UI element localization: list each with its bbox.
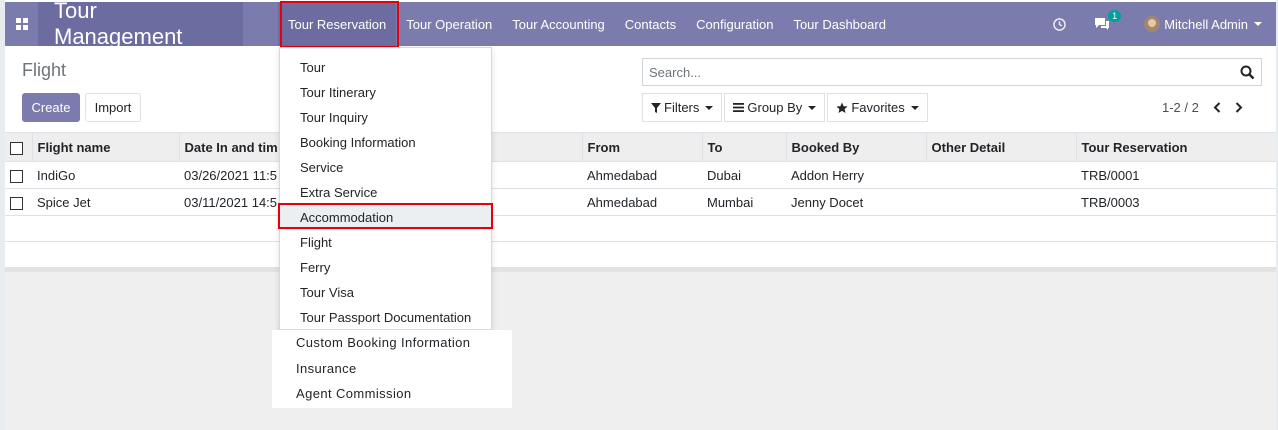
search-options: Filters Group By Favorites [642, 93, 930, 122]
chat-badge: 1 [1108, 10, 1122, 22]
menu-tour-operation[interactable]: Tour Operation [396, 2, 502, 46]
app-title: Tour Management [54, 0, 183, 49]
column-header[interactable]: From [581, 132, 702, 162]
dropdown-item-tour[interactable]: Tour [280, 55, 491, 80]
table-cell: Spice Jet [37, 194, 91, 210]
avatar [1144, 16, 1161, 32]
menu-tour-accounting[interactable]: Tour Accounting [502, 2, 615, 46]
list-view: Flight name Date In and tim From To Book… [5, 132, 1276, 268]
navbar-systray: 1 Mitchell Admin [1039, 2, 1276, 46]
dropdown-item-tour-itinerary[interactable]: Tour Itinerary [280, 80, 491, 105]
top-navbar: Tour Management Tour Reservation Tour Op… [5, 0, 1276, 49]
table-cell: Mumbai [707, 194, 754, 210]
dropdown-item-extra-service[interactable]: Extra Service [280, 180, 491, 205]
chevron-left-icon[interactable] [1213, 102, 1221, 113]
table-cell: TRB/0001 [1081, 167, 1140, 183]
select-all-checkbox[interactable] [5, 133, 32, 162]
bars-icon [733, 103, 745, 112]
highlight-tour-reservation [280, 1, 399, 48]
apps-menu-icon[interactable] [5, 2, 38, 46]
column-header[interactable]: Booked By [785, 132, 926, 162]
import-button[interactable]: Import [85, 93, 141, 122]
chevron-down-icon [705, 105, 714, 110]
favorites-label: Favorites [851, 100, 905, 115]
user-name: Mitchell Admin [1164, 16, 1248, 32]
table-row[interactable]: IndiGo 03/26/2021 11:5 8 Ahmedabad Dubai… [5, 162, 1276, 189]
filter-icon [651, 102, 661, 113]
flight-table: Flight name Date In and tim From To Book… [5, 132, 1276, 268]
table-header-row: Flight name Date In and tim From To Book… [5, 132, 1276, 162]
dropdown-item-tour-passport-documentation[interactable]: Tour Passport Documentation [280, 305, 491, 330]
chevron-down-icon [808, 105, 817, 110]
user-menu[interactable]: Mitchell Admin [1144, 16, 1262, 32]
activity-clock-icon[interactable] [1053, 17, 1067, 31]
dropdown-item-ferry[interactable]: Ferry [280, 255, 491, 280]
pager: 1-2 / 2 [1162, 100, 1243, 115]
row-checkbox[interactable] [5, 162, 32, 189]
empty-row [5, 242, 1276, 268]
chevron-right-icon[interactable] [1235, 102, 1243, 113]
star-icon [836, 102, 848, 114]
menu-contacts[interactable]: Contacts [615, 2, 686, 46]
group-by-label: Group By [747, 100, 803, 115]
search-input[interactable] [649, 64, 1229, 80]
table-cell [926, 189, 1076, 216]
dropdown-item-flight[interactable]: Flight [280, 230, 491, 255]
app-title-container[interactable]: Tour Management [38, 0, 243, 49]
row-checkbox[interactable] [5, 189, 32, 216]
table-row[interactable]: Spice Jet 03/11/2021 14:5 8 Ahmedabad Mu… [5, 189, 1276, 216]
dropdown-extension: Custom Booking Information Insurance Age… [272, 330, 512, 408]
column-header[interactable]: To [701, 132, 786, 162]
empty-row [5, 216, 1276, 242]
pager-value[interactable]: 1-2 / 2 [1162, 100, 1199, 115]
table-cell: Addon Herry [791, 167, 864, 183]
table-cell: IndiGo [37, 167, 76, 183]
table-cell: Dubai [707, 167, 741, 183]
table-cell [926, 162, 1076, 189]
search-icon[interactable] [1240, 65, 1255, 83]
menu-tour-dashboard[interactable]: Tour Dashboard [783, 2, 896, 46]
chevron-down-icon [910, 105, 919, 110]
highlight-accommodation [278, 203, 493, 229]
table-cell: TRB/0003 [1081, 194, 1140, 210]
dropdown-item-insurance[interactable]: Insurance [272, 356, 512, 382]
search-bar [642, 58, 1262, 86]
breadcrumb: Flight [22, 60, 67, 80]
dropdown-item-custom-booking-information[interactable]: Custom Booking Information [272, 330, 512, 356]
dropdown-item-agent-commission[interactable]: Agent Commission [272, 381, 512, 407]
filters-label: Filters [664, 100, 700, 115]
chat-icon[interactable]: 1 [1094, 10, 1122, 31]
filters-button[interactable]: Filters [642, 93, 723, 122]
chevron-down-icon [1254, 22, 1262, 26]
group-by-button[interactable]: Group By [724, 93, 826, 122]
favorites-button[interactable]: Favorites [827, 93, 928, 122]
table-cell: Ahmedabad [587, 167, 658, 183]
list-footer-area [5, 268, 1276, 430]
table-cell: Ahmedabad [587, 194, 658, 210]
dropdown-item-tour-visa[interactable]: Tour Visa [280, 280, 491, 305]
column-header[interactable]: Other Detail [925, 132, 1076, 162]
create-button[interactable]: Create [22, 93, 80, 122]
table-cell: Jenny Docet [791, 194, 864, 210]
dropdown-item-booking-information[interactable]: Booking Information [280, 130, 491, 155]
dropdown-item-service[interactable]: Service [280, 155, 491, 180]
tour-reservation-dropdown: Tour Tour Itinerary Tour Inquiry Booking… [279, 47, 492, 330]
column-header[interactable]: Flight name [31, 132, 179, 162]
column-header[interactable]: Tour Reservation [1075, 132, 1276, 162]
dropdown-item-tour-inquiry[interactable]: Tour Inquiry [280, 105, 491, 130]
menu-configuration[interactable]: Configuration [686, 2, 783, 46]
